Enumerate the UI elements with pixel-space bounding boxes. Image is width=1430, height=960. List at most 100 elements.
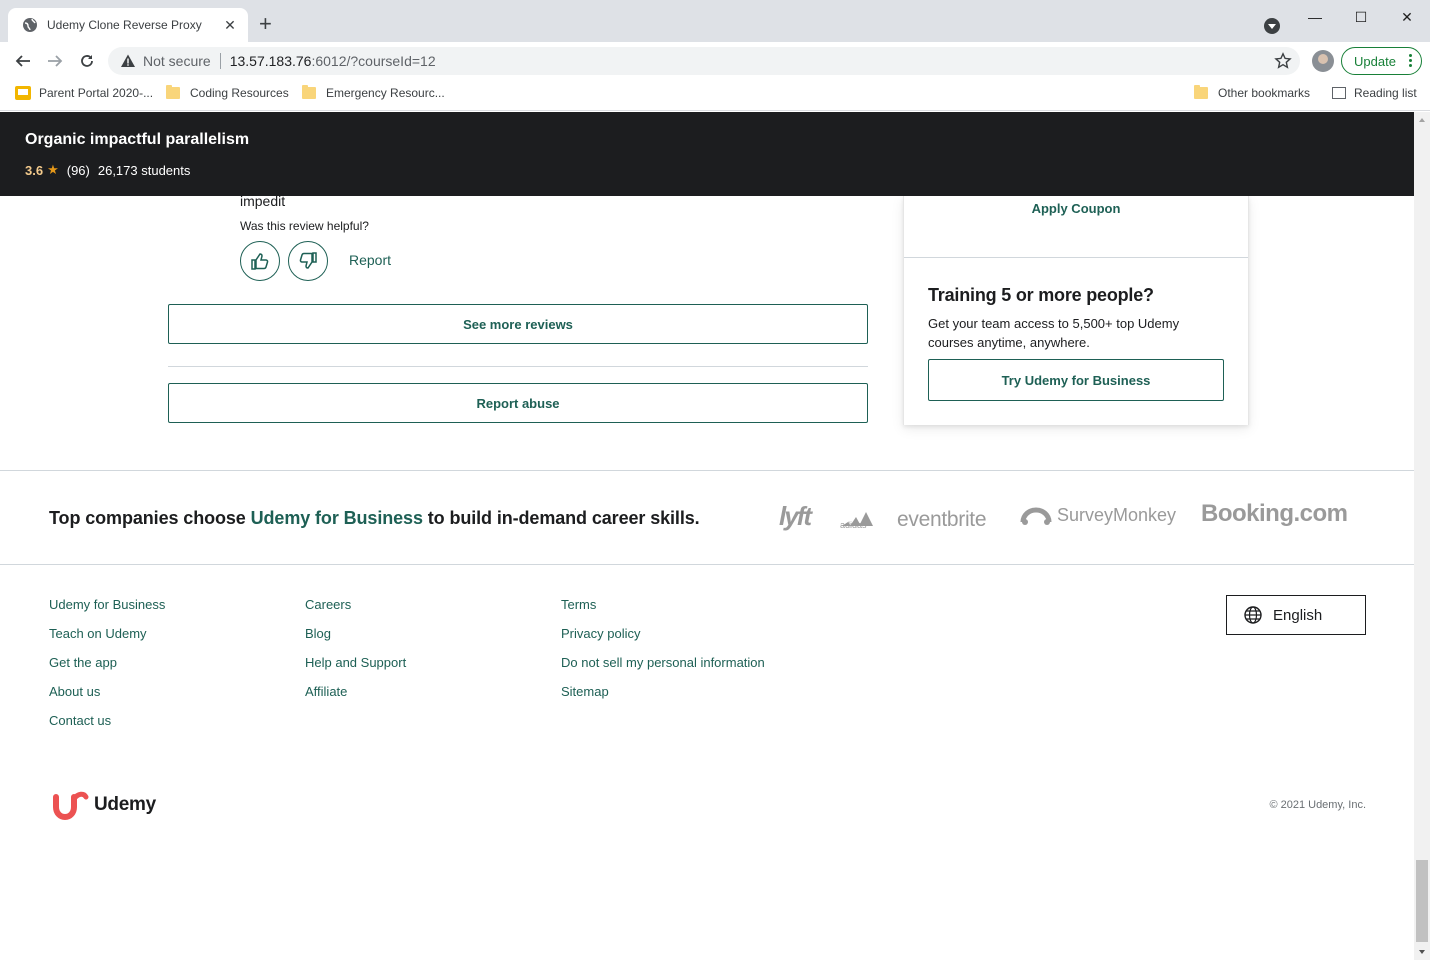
section-divider bbox=[168, 366, 868, 367]
folder-icon bbox=[166, 85, 180, 99]
update-button[interactable]: Update bbox=[1341, 47, 1422, 75]
bookmark-emergency-resources[interactable]: Emergency Resourc... bbox=[302, 85, 445, 100]
language-label: English bbox=[1273, 606, 1323, 624]
banner-prefix: Top companies choose bbox=[49, 508, 251, 528]
bookmark-star-icon[interactable] bbox=[1274, 52, 1292, 75]
warning-icon bbox=[121, 54, 135, 67]
update-label: Update bbox=[1354, 53, 1396, 69]
course-sticky-header: Organic impactful parallelism 3.6 ★ (96)… bbox=[0, 112, 1414, 196]
minimize-icon[interactable]: — bbox=[1292, 4, 1338, 30]
footer-link-careers[interactable]: Careers bbox=[305, 596, 406, 625]
reading-list[interactable]: Reading list bbox=[1332, 86, 1417, 100]
globe-icon bbox=[22, 17, 38, 33]
training-description: Get your team access to 5,500+ top Udemy… bbox=[928, 316, 1180, 350]
student-count: 26,173 students bbox=[97, 162, 191, 178]
surveymonkey-wordmark: SurveyMonkey bbox=[1057, 504, 1177, 525]
page-scrollbar[interactable] bbox=[1414, 112, 1430, 960]
thumbs-up-button[interactable] bbox=[240, 241, 280, 281]
language-button[interactable]: English bbox=[1226, 595, 1366, 635]
adidas-wordmark: adidas bbox=[840, 520, 867, 530]
course-title: Organic impactful parallelism bbox=[25, 131, 250, 148]
reading-list-label: Reading list bbox=[1354, 86, 1417, 100]
footer-link-get-app[interactable]: Get the app bbox=[49, 654, 165, 683]
rating-count: (96) bbox=[66, 162, 90, 178]
footer-link-teach[interactable]: Teach on Udemy bbox=[49, 625, 165, 654]
bookmark-parent-portal[interactable]: Parent Portal 2020-... bbox=[15, 86, 153, 100]
not-secure-label: Not secure bbox=[143, 53, 211, 69]
bookmark-coding-resources[interactable]: Coding Resources bbox=[166, 85, 289, 100]
udemy-wordmark: Udemy bbox=[94, 794, 156, 815]
footer-link-sitemap[interactable]: Sitemap bbox=[561, 683, 765, 712]
companies-banner-text: Top companies choose Udemy for Business … bbox=[49, 508, 700, 529]
booking-logo: Booking.com bbox=[1201, 500, 1348, 527]
other-bookmarks-label: Other bookmarks bbox=[1218, 86, 1311, 100]
footer-link-udemy-business[interactable]: Udemy for Business bbox=[49, 596, 165, 625]
try-business-button[interactable]: Try Udemy for Business bbox=[928, 359, 1224, 401]
report-abuse-button[interactable]: Report abuse bbox=[168, 383, 868, 423]
eventbrite-logo: eventbrite bbox=[897, 508, 987, 531]
tab-search-icon[interactable] bbox=[1264, 18, 1280, 34]
footer-link-about[interactable]: About us bbox=[49, 683, 165, 712]
folder-icon bbox=[1194, 85, 1208, 99]
course-rating: 3.6 bbox=[25, 162, 44, 178]
apply-coupon-link[interactable]: Apply Coupon bbox=[904, 201, 1248, 216]
browser-toolbar: Not secure 13.57.183.76:6012/?courseId=1… bbox=[0, 42, 1430, 80]
helpful-prompt: Was this review helpful? bbox=[240, 219, 369, 233]
card-divider bbox=[904, 257, 1248, 258]
footer-column-2: Careers Blog Help and Support Affiliate bbox=[305, 596, 406, 712]
thumbs-down-button[interactable] bbox=[288, 241, 328, 281]
more-menu-icon[interactable] bbox=[1409, 54, 1412, 67]
new-tab-icon[interactable]: + bbox=[259, 12, 272, 36]
back-icon[interactable] bbox=[12, 50, 34, 72]
surveymonkey-logo: SurveyMonkey bbox=[1020, 504, 1176, 526]
omnibox-separator bbox=[219, 53, 221, 69]
star-icon: ★ bbox=[47, 162, 59, 177]
maximize-icon[interactable]: ☐ bbox=[1338, 4, 1384, 30]
url-text[interactable]: 13.57.183.76:6012/?courseId=12 bbox=[230, 53, 436, 69]
lyft-logo: lyft bbox=[779, 501, 812, 531]
bookmark-label: Emergency Resourc... bbox=[326, 86, 445, 100]
purchase-sidebar-card: Apply Coupon Training 5 or more people? … bbox=[903, 196, 1249, 425]
banner-top-border bbox=[0, 470, 1414, 471]
slides-icon bbox=[15, 86, 31, 100]
udemy-u-icon bbox=[53, 791, 89, 821]
thumbs-up-icon bbox=[251, 253, 269, 270]
tab-title: Udemy Clone Reverse Proxy bbox=[47, 18, 202, 32]
udemy-logo[interactable]: Udemy bbox=[52, 789, 156, 821]
banner-highlight: Udemy for Business bbox=[250, 508, 423, 528]
course-meta: 3.6 ★ (96) 26,173 students bbox=[25, 162, 190, 178]
footer-link-help[interactable]: Help and Support bbox=[305, 654, 406, 683]
adidas-logo: adidas bbox=[838, 504, 874, 535]
page-viewport: Organic impactful parallelism 3.6 ★ (96)… bbox=[0, 112, 1414, 960]
close-window-icon[interactable]: ✕ bbox=[1384, 4, 1430, 30]
reload-icon[interactable] bbox=[76, 50, 98, 72]
banner-suffix: to build in-demand career skills. bbox=[422, 508, 700, 528]
footer-link-do-not-sell[interactable]: Do not sell my personal information bbox=[561, 654, 765, 683]
footer-column-1: Udemy for Business Teach on Udemy Get th… bbox=[49, 596, 165, 741]
training-title: Training 5 or more people? bbox=[928, 285, 1154, 305]
banner-bottom-border bbox=[0, 564, 1414, 565]
reading-list-icon bbox=[1332, 87, 1346, 99]
scroll-thumb[interactable] bbox=[1416, 860, 1428, 942]
footer-link-affiliate[interactable]: Affiliate bbox=[305, 683, 406, 712]
footer-column-3: Terms Privacy policy Do not sell my pers… bbox=[561, 596, 765, 712]
profile-avatar[interactable] bbox=[1312, 50, 1334, 72]
browser-tab[interactable]: Udemy Clone Reverse Proxy ✕ bbox=[8, 8, 248, 42]
address-bar[interactable]: Not secure 13.57.183.76:6012/?courseId=1… bbox=[108, 47, 1300, 75]
tab-close-icon[interactable]: ✕ bbox=[222, 17, 238, 34]
thumbs-down-icon bbox=[299, 252, 317, 269]
scroll-up-arrow-icon[interactable] bbox=[1419, 118, 1425, 122]
footer-link-terms[interactable]: Terms bbox=[561, 596, 765, 625]
report-review-link[interactable]: Report bbox=[349, 252, 391, 268]
footer-link-blog[interactable]: Blog bbox=[305, 625, 406, 654]
other-bookmarks[interactable]: Other bookmarks bbox=[1194, 85, 1311, 100]
forward-icon[interactable] bbox=[44, 50, 66, 72]
folder-icon bbox=[302, 85, 316, 99]
bookmarks-bar: Parent Portal 2020-... Coding Resources … bbox=[0, 80, 1430, 111]
scroll-down-arrow-icon[interactable] bbox=[1419, 950, 1425, 954]
copyright: © 2021 Udemy, Inc. bbox=[1269, 799, 1366, 811]
footer-link-privacy[interactable]: Privacy policy bbox=[561, 625, 765, 654]
see-more-reviews-button[interactable]: See more reviews bbox=[168, 304, 868, 344]
browser-tabstrip: Udemy Clone Reverse Proxy ✕ + — ☐ ✕ bbox=[0, 0, 1430, 42]
footer-link-contact[interactable]: Contact us bbox=[49, 712, 165, 741]
